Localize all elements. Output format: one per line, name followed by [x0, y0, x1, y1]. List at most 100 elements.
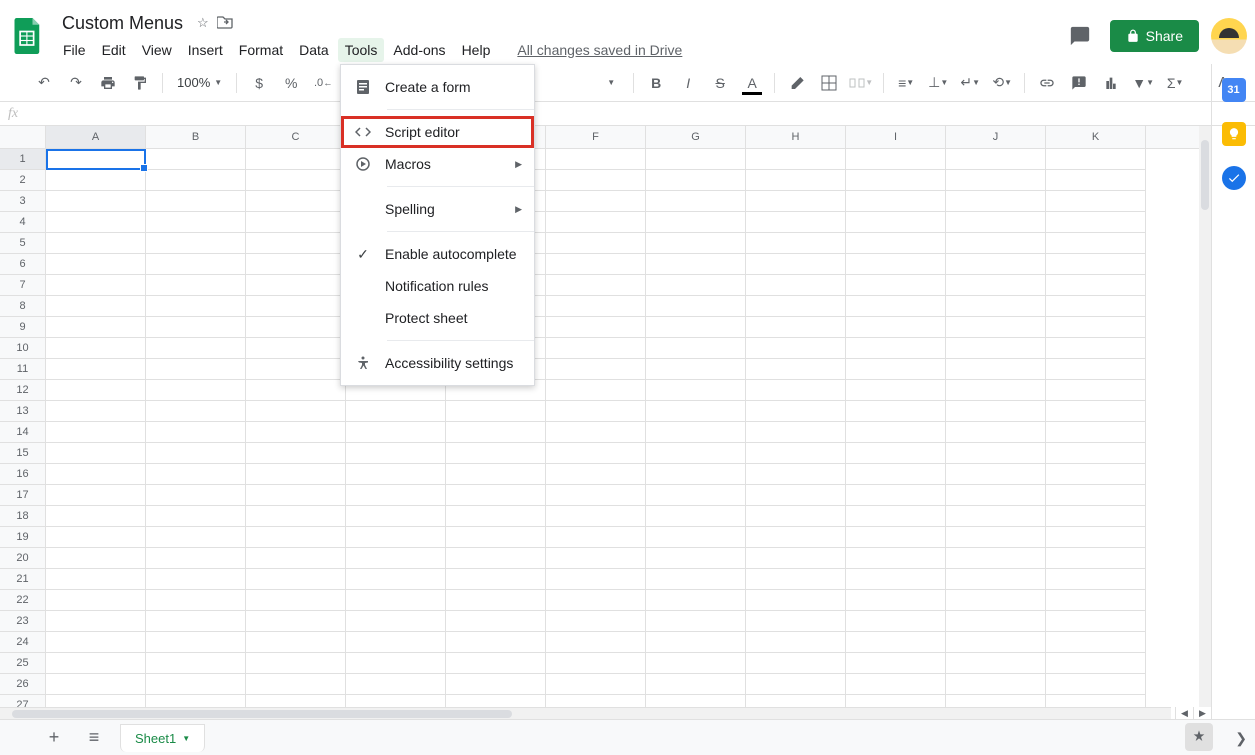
cell-E15[interactable] — [446, 443, 546, 464]
cell-A1[interactable] — [46, 149, 146, 170]
cell-I5[interactable] — [846, 233, 946, 254]
cell-H4[interactable] — [746, 212, 846, 233]
cell-F13[interactable] — [546, 401, 646, 422]
cell-D18[interactable] — [346, 506, 446, 527]
cell-J10[interactable] — [946, 338, 1046, 359]
cell-G22[interactable] — [646, 590, 746, 611]
tools-spelling[interactable]: Spelling ▶ — [341, 193, 534, 225]
cell-B10[interactable] — [146, 338, 246, 359]
cell-F23[interactable] — [546, 611, 646, 632]
cell-A23[interactable] — [46, 611, 146, 632]
format-percent-button[interactable]: % — [277, 69, 305, 97]
cell-I20[interactable] — [846, 548, 946, 569]
cell-G25[interactable] — [646, 653, 746, 674]
cell-I24[interactable] — [846, 632, 946, 653]
share-button[interactable]: Share — [1110, 20, 1199, 52]
cell-A25[interactable] — [46, 653, 146, 674]
cell-H11[interactable] — [746, 359, 846, 380]
row-header-1[interactable]: 1 — [0, 149, 46, 170]
cell-A10[interactable] — [46, 338, 146, 359]
keep-addon-icon[interactable] — [1222, 122, 1246, 146]
cell-B16[interactable] — [146, 464, 246, 485]
cell-I16[interactable] — [846, 464, 946, 485]
cell-C23[interactable] — [246, 611, 346, 632]
cell-G16[interactable] — [646, 464, 746, 485]
cell-D14[interactable] — [346, 422, 446, 443]
cell-H21[interactable] — [746, 569, 846, 590]
row-header-11[interactable]: 11 — [0, 359, 46, 380]
cell-D13[interactable] — [346, 401, 446, 422]
cell-G6[interactable] — [646, 254, 746, 275]
cell-F11[interactable] — [546, 359, 646, 380]
cell-K6[interactable] — [1046, 254, 1146, 275]
col-header-G[interactable]: G — [646, 126, 746, 148]
cell-H2[interactable] — [746, 170, 846, 191]
col-header-F[interactable]: F — [546, 126, 646, 148]
cell-B21[interactable] — [146, 569, 246, 590]
cell-G8[interactable] — [646, 296, 746, 317]
strike-button[interactable]: S — [706, 69, 734, 97]
select-all-corner[interactable] — [0, 126, 46, 148]
menu-file[interactable]: File — [56, 38, 93, 62]
cell-J4[interactable] — [946, 212, 1046, 233]
cell-H18[interactable] — [746, 506, 846, 527]
cell-B2[interactable] — [146, 170, 246, 191]
link-button[interactable] — [1033, 69, 1061, 97]
cell-F26[interactable] — [546, 674, 646, 695]
cell-K1[interactable] — [1046, 149, 1146, 170]
cell-D22[interactable] — [346, 590, 446, 611]
cell-B5[interactable] — [146, 233, 246, 254]
cell-H1[interactable] — [746, 149, 846, 170]
row-header-6[interactable]: 6 — [0, 254, 46, 275]
cell-I17[interactable] — [846, 485, 946, 506]
cell-K7[interactable] — [1046, 275, 1146, 296]
cell-I10[interactable] — [846, 338, 946, 359]
cell-F20[interactable] — [546, 548, 646, 569]
row-header-12[interactable]: 12 — [0, 380, 46, 401]
cell-G17[interactable] — [646, 485, 746, 506]
cell-K23[interactable] — [1046, 611, 1146, 632]
cell-D16[interactable] — [346, 464, 446, 485]
redo-button[interactable]: ↷ — [62, 69, 90, 97]
cell-J16[interactable] — [946, 464, 1046, 485]
cell-H24[interactable] — [746, 632, 846, 653]
cell-I19[interactable] — [846, 527, 946, 548]
more-formats-dropdown[interactable]: ▼ — [597, 69, 625, 97]
cell-K9[interactable] — [1046, 317, 1146, 338]
col-header-H[interactable]: H — [746, 126, 846, 148]
star-icon[interactable]: ☆ — [197, 15, 209, 31]
row-header-4[interactable]: 4 — [0, 212, 46, 233]
cell-C21[interactable] — [246, 569, 346, 590]
cell-A14[interactable] — [46, 422, 146, 443]
cell-E17[interactable] — [446, 485, 546, 506]
cell-G12[interactable] — [646, 380, 746, 401]
cell-J18[interactable] — [946, 506, 1046, 527]
cell-B23[interactable] — [146, 611, 246, 632]
comment-insert-button[interactable] — [1065, 69, 1093, 97]
menu-format[interactable]: Format — [232, 38, 290, 62]
cell-F3[interactable] — [546, 191, 646, 212]
cell-A6[interactable] — [46, 254, 146, 275]
cell-F8[interactable] — [546, 296, 646, 317]
cell-I25[interactable] — [846, 653, 946, 674]
cell-K15[interactable] — [1046, 443, 1146, 464]
sheet-tab-dropdown-icon[interactable]: ▼ — [182, 734, 190, 743]
cell-F19[interactable] — [546, 527, 646, 548]
cell-C26[interactable] — [246, 674, 346, 695]
row-header-19[interactable]: 19 — [0, 527, 46, 548]
paint-format-button[interactable] — [126, 69, 154, 97]
cell-K12[interactable] — [1046, 380, 1146, 401]
cell-A17[interactable] — [46, 485, 146, 506]
cell-F16[interactable] — [546, 464, 646, 485]
cell-B1[interactable] — [146, 149, 246, 170]
cell-I7[interactable] — [846, 275, 946, 296]
cell-D15[interactable] — [346, 443, 446, 464]
tools-create-form[interactable]: Create a form — [341, 71, 534, 103]
cell-F17[interactable] — [546, 485, 646, 506]
cell-J1[interactable] — [946, 149, 1046, 170]
col-header-K[interactable]: K — [1046, 126, 1146, 148]
cell-C10[interactable] — [246, 338, 346, 359]
cell-B26[interactable] — [146, 674, 246, 695]
cell-H3[interactable] — [746, 191, 846, 212]
cell-H19[interactable] — [746, 527, 846, 548]
